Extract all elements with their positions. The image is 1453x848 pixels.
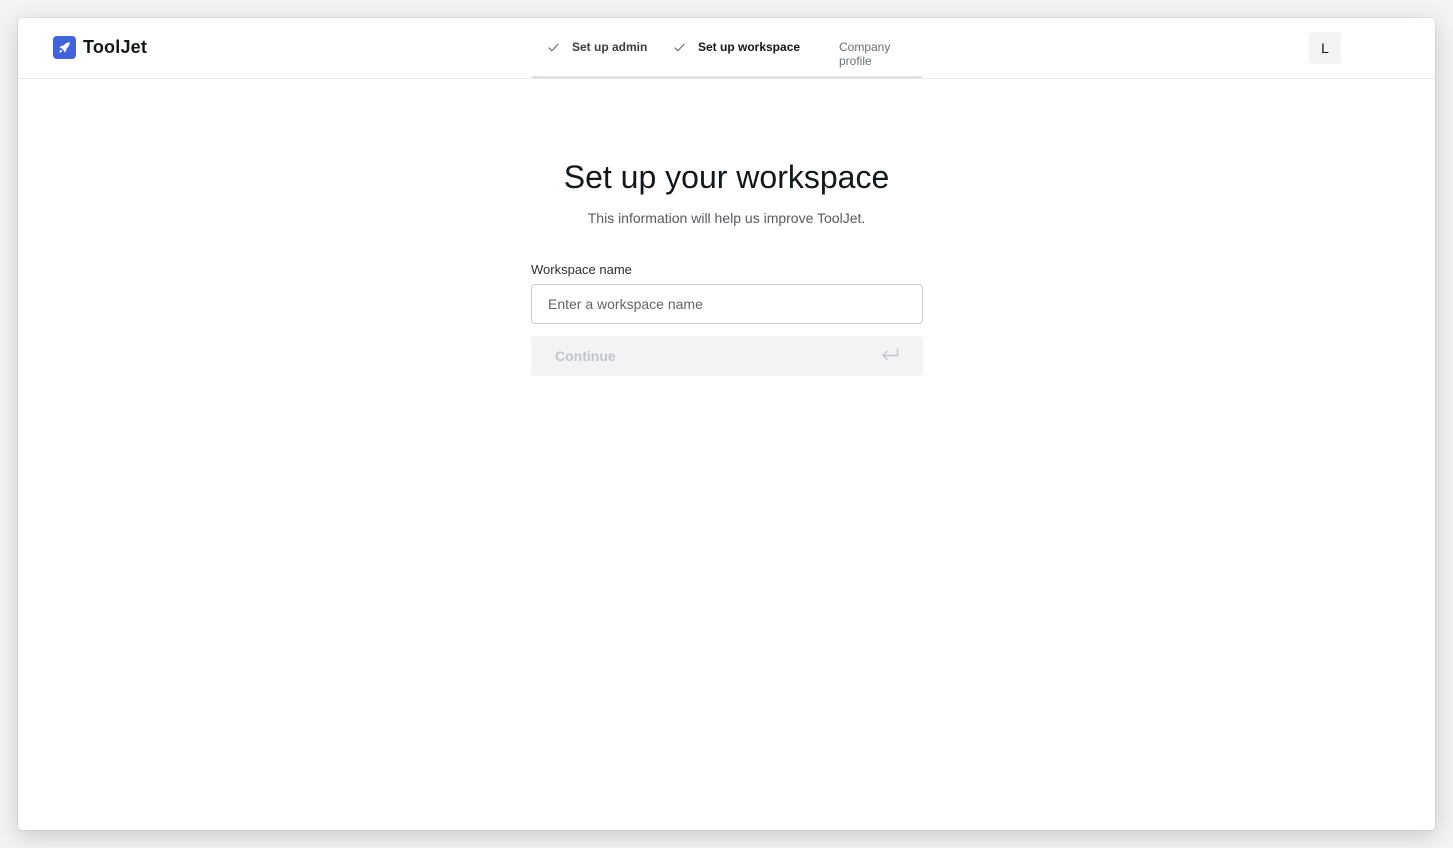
workspace-name-label: Workspace name: [531, 262, 632, 277]
step-company-profile: Company profile: [839, 40, 922, 68]
steps-progress-track: [532, 76, 922, 79]
page-title: Set up your workspace: [563, 159, 890, 195]
step-label: Set up admin: [572, 40, 648, 54]
onboarding-steps: Set up admin Set up workspace Company pr…: [532, 18, 922, 79]
step-set-up-workspace: Set up workspace: [672, 40, 800, 54]
step-set-up-admin: Set up admin: [546, 40, 647, 54]
workspace-name-input[interactable]: [531, 284, 923, 324]
step-label: Company profile: [839, 40, 891, 68]
workspace-form: Workspace name Continue: [531, 262, 923, 376]
check-icon: [546, 40, 560, 54]
step-label: Set up workspace: [698, 40, 801, 54]
continue-label: Continue: [555, 348, 616, 364]
enter-arrow-icon: [881, 347, 899, 365]
logo[interactable]: ToolJet: [53, 36, 147, 59]
rocket-icon: [53, 36, 76, 59]
top-bar: ToolJet Set up admin Set up workspace Co…: [18, 18, 1435, 79]
page-subtitle: This information will help us improve To…: [587, 210, 866, 226]
app-window: ToolJet Set up admin Set up workspace Co…: [18, 18, 1435, 830]
brand-name: ToolJet: [83, 37, 148, 57]
avatar[interactable]: L: [1309, 32, 1341, 64]
check-icon: [672, 40, 686, 54]
continue-button[interactable]: Continue: [531, 336, 923, 376]
